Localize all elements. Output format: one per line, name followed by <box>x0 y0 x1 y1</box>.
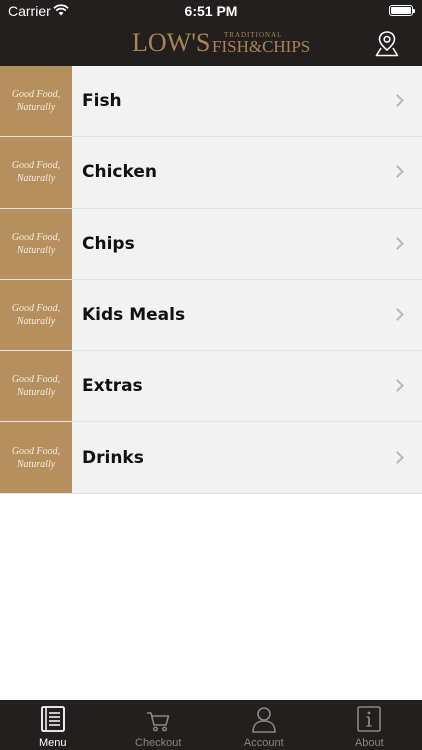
thumb-text-line2: Naturally <box>16 458 56 470</box>
menu-row-label: Chips <box>82 233 135 254</box>
menu-row-label: Fish <box>82 91 122 112</box>
category-thumbnail: Good Food, Naturally <box>0 137 72 208</box>
thumb-text-line2: Naturally <box>16 387 56 399</box>
menu-row-label: Kids Meals <box>82 305 186 326</box>
thumb-text-line1: Good Food, <box>11 231 61 243</box>
logo-main-text: LOW'S <box>132 28 211 57</box>
menu-row-kids-meals[interactable]: Good Food, Naturally Kids Meals <box>0 279 422 352</box>
chevron-right-icon <box>391 165 404 179</box>
chevron-right-icon <box>391 308 404 321</box>
tab-about[interactable]: About <box>317 700 422 750</box>
tab-menu-label: Menu <box>38 737 67 749</box>
menu-row-label: Extras <box>82 376 143 397</box>
menu-row-drinks[interactable]: Good Food, Naturally Drinks <box>0 422 422 494</box>
menu-row-label: Drinks <box>82 447 144 468</box>
logo-fish-text: FISH&CHIPS <box>212 37 311 56</box>
top-bar: Carrier 6:51 PM LOW'S TRADITIONAL FISH&C… <box>0 0 422 66</box>
category-thumbnail: Good Food, Naturally <box>0 279 72 351</box>
thumb-text-line1: Good Food, <box>11 160 61 172</box>
map-pin-icon[interactable] <box>375 30 399 57</box>
info-icon <box>357 706 382 732</box>
menu-category-list: Good Food, Naturally Fish Good Food, Natur… <box>0 66 422 494</box>
menu-book-icon <box>40 706 65 732</box>
menu-row-chips[interactable]: Good Food, Naturally Chips <box>0 208 422 280</box>
menu-row-chicken[interactable]: Good Food, Naturally Chicken <box>0 137 422 209</box>
thumb-text-line2: Naturally <box>16 316 56 328</box>
chevron-right-icon <box>391 236 404 250</box>
menu-row-fish[interactable]: Good Food, Naturally Fish <box>0 66 422 138</box>
user-icon <box>251 707 276 733</box>
chevron-right-icon <box>391 94 404 108</box>
thumb-text-line2: Naturally <box>16 102 56 114</box>
tab-about-label: About <box>354 737 384 749</box>
cart-icon <box>147 712 170 732</box>
battery-icon <box>389 5 415 16</box>
tab-account[interactable]: Account <box>211 700 317 750</box>
status-time: 6:51 PM <box>184 3 238 19</box>
status-bar: Carrier 6:51 PM <box>0 0 422 22</box>
tab-account-label: Account <box>243 737 284 749</box>
category-thumbnail: Good Food, Naturally <box>0 351 72 422</box>
menu-row-label: Chicken <box>82 162 157 183</box>
tab-bar: Menu Checkout Account About <box>0 700 422 750</box>
tab-menu[interactable]: Menu <box>0 700 106 750</box>
category-thumbnail: Good Food, Naturally <box>0 208 72 279</box>
tab-checkout-label: Checkout <box>135 737 182 749</box>
chevron-right-icon <box>391 379 404 393</box>
thumb-text-line1: Good Food, <box>11 445 61 457</box>
menu-row-extras[interactable]: Good Food, Naturally Extras <box>0 351 422 423</box>
category-thumbnail: Good Food, Naturally <box>0 66 72 137</box>
thumb-text-line2: Naturally <box>16 244 56 256</box>
thumb-text-line1: Good Food, <box>11 89 61 101</box>
thumb-text-line1: Good Food, <box>11 374 61 386</box>
chevron-right-icon <box>391 450 404 464</box>
tab-checkout[interactable]: Checkout <box>106 700 212 750</box>
category-thumbnail: Good Food, Naturally <box>0 422 72 493</box>
thumb-text-line2: Naturally <box>16 173 56 185</box>
thumb-text-line1: Good Food, <box>11 303 61 315</box>
brand-logo: LOW'S TRADITIONAL FISH&CHIPS <box>132 26 310 58</box>
